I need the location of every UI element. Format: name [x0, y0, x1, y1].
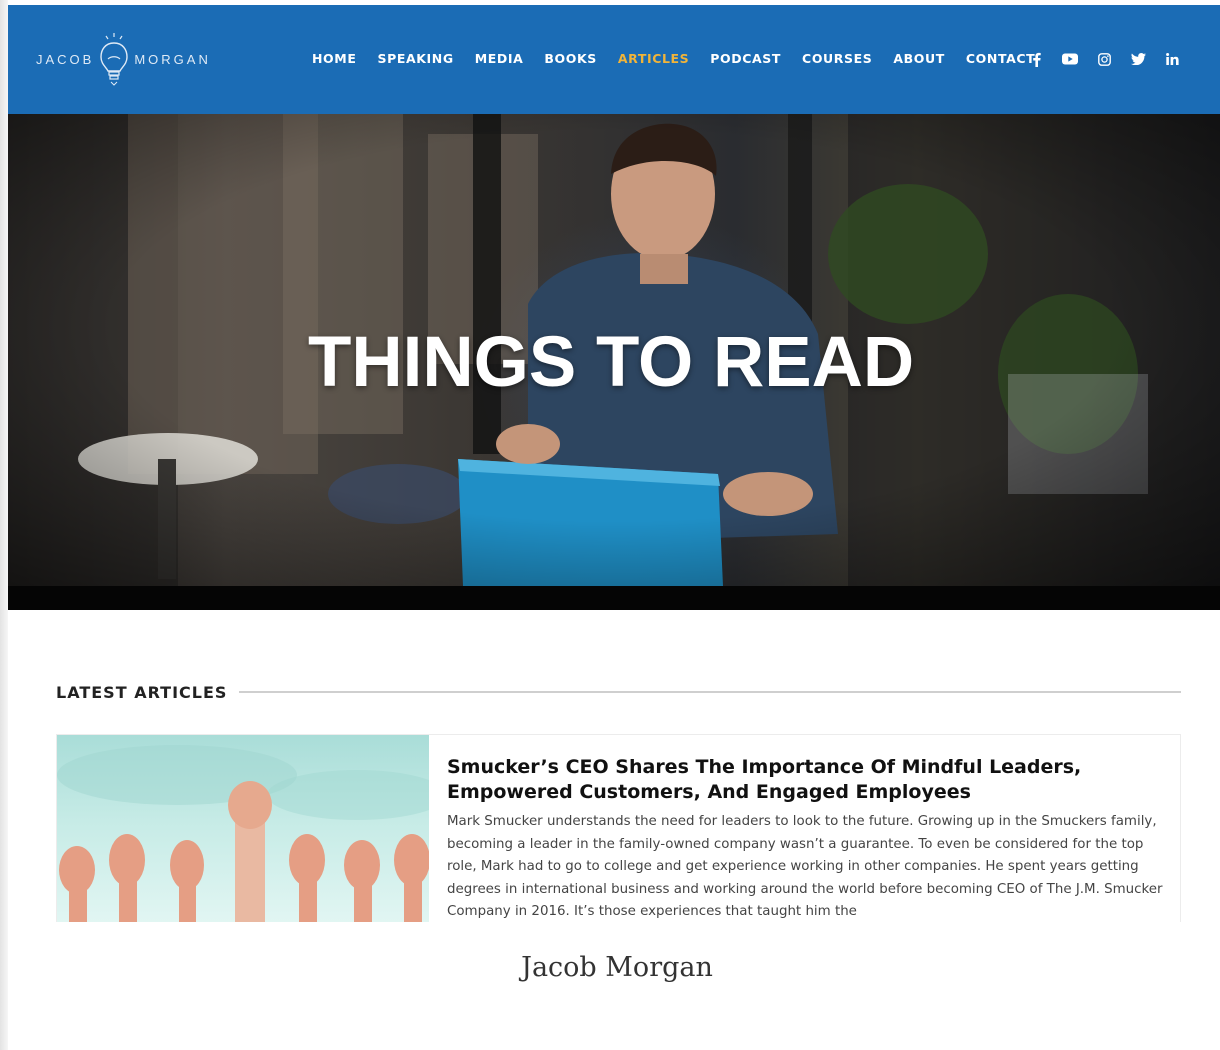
raised-hands-image	[57, 745, 429, 922]
nav-contact[interactable]: CONTACT	[966, 51, 1035, 66]
section-title: LATEST ARTICLES	[56, 682, 228, 702]
top-navigation-bar: JACOB MORGAN HOME SPEAKING MEDIA BOOKS A…	[8, 5, 1220, 114]
website-screenshot: JACOB MORGAN HOME SPEAKING MEDIA BOOKS A…	[8, 5, 1220, 922]
section-divider	[239, 691, 1181, 693]
article-title[interactable]: Smucker’s CEO Shares The Importance Of M…	[447, 755, 1167, 805]
latest-articles-header: LATEST ARTICLES	[56, 681, 1181, 703]
lightbulb-logo-icon	[100, 33, 129, 86]
page-edge-shadow	[0, 0, 8, 1050]
nav-home[interactable]: HOME	[312, 51, 356, 66]
article-text-block: Smucker’s CEO Shares The Importance Of M…	[447, 755, 1167, 922]
facebook-icon[interactable]	[1026, 49, 1046, 69]
twitter-icon[interactable]	[1128, 49, 1148, 69]
nav-speaking[interactable]: SPEAKING	[377, 51, 453, 66]
nav-books[interactable]: BOOKS	[544, 51, 596, 66]
nav-about[interactable]: ABOUT	[893, 51, 945, 66]
site-logo[interactable]: JACOB MORGAN	[36, 31, 211, 87]
hero-banner: THINGS TO READ	[8, 114, 1220, 586]
logo-text-morgan: MORGAN	[134, 51, 211, 67]
nav-media[interactable]: MEDIA	[475, 51, 524, 66]
hero-title: THINGS TO READ	[308, 323, 915, 402]
linkedin-icon[interactable]	[1162, 49, 1182, 69]
logo-text-jacob: JACOB	[36, 51, 95, 67]
instagram-icon[interactable]	[1094, 49, 1114, 69]
hero-bottom-strip	[8, 586, 1220, 610]
nav-courses[interactable]: COURSES	[802, 51, 872, 66]
image-caption: Jacob Morgan	[521, 952, 713, 983]
youtube-icon[interactable]	[1060, 49, 1080, 69]
article-excerpt: Mark Smucker understands the need for le…	[447, 814, 1163, 920]
article-thumbnail[interactable]	[57, 735, 429, 922]
nav-articles[interactable]: ARTICLES	[618, 51, 689, 66]
social-links	[1026, 49, 1182, 69]
main-menu: HOME SPEAKING MEDIA BOOKS ARTICLES PODCA…	[312, 51, 1056, 66]
nav-podcast[interactable]: PODCAST	[710, 51, 781, 66]
article-card[interactable]: Smucker’s CEO Shares The Importance Of M…	[56, 734, 1181, 922]
